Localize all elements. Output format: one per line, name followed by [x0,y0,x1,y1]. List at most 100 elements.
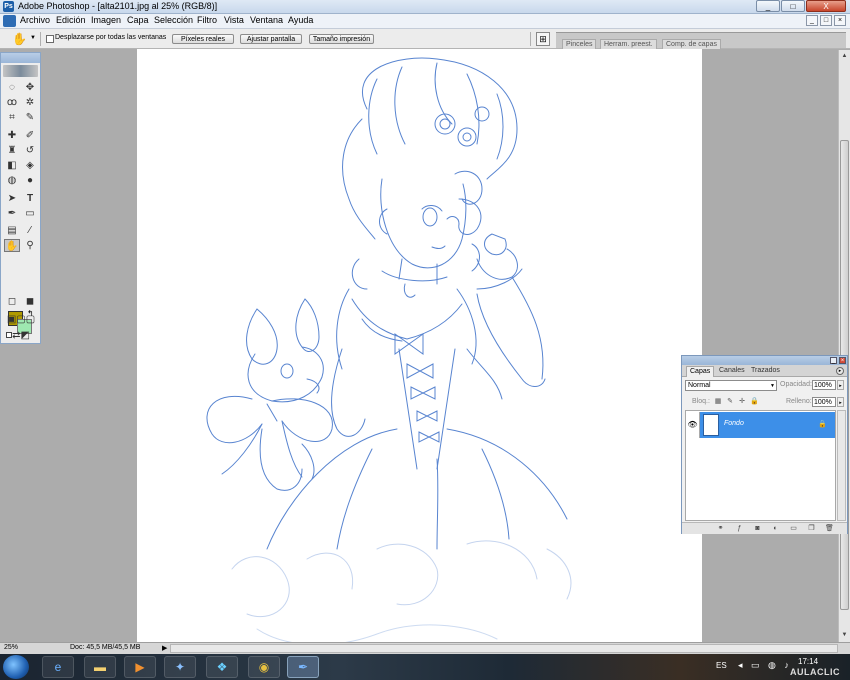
actual-pixels-button[interactable]: Píxeles reales [172,34,234,44]
taskbar: e ▬ ▶ ✦ ❖ ◉ ✒ ES ◂ ▭ ◍ ♪ 17:14 AULACLIC [0,654,850,680]
new-layer-icon[interactable]: ❐ [807,524,816,533]
opacity-input[interactable]: 100% [812,380,836,390]
healing-icon[interactable]: ✚ [4,129,20,142]
stamp-icon[interactable]: ♜ [4,144,20,157]
notes-icon[interactable]: ▤ [4,224,20,237]
dodge-icon[interactable]: ● [22,174,38,187]
menu-filtro[interactable]: Filtro [197,15,217,25]
menu-seleccion[interactable]: Selección [154,15,193,25]
system-tray-icons[interactable]: ◂ ▭ ◍ ♪ [738,660,792,671]
explorer-folder-icon[interactable]: ▬ [84,656,116,678]
zoom-level[interactable]: 25% [4,644,18,651]
quick-mask-icon[interactable]: ◼ [22,295,38,308]
eraser-icon[interactable]: ◧ [4,159,20,172]
close-button[interactable]: X [806,0,846,12]
slice-icon[interactable]: ✎ [22,111,38,124]
adobe-feather-icon[interactable] [3,65,38,77]
network-app-icon[interactable]: ❖ [206,656,238,678]
history-brush-icon[interactable]: ↺ [22,144,38,157]
chrome-icon[interactable]: ◉ [248,656,280,678]
hand-tool-preset-icon[interactable]: ✋ [12,32,27,46]
lasso-icon[interactable]: ꝏ [4,96,20,109]
start-button[interactable] [3,655,29,679]
menu-bar: Archivo Edición Imagen Capa Selección Fi… [0,14,850,29]
doc-minimize-button[interactable]: _ [806,15,818,26]
path-select-icon[interactable]: ➤ [4,192,20,205]
fit-screen-button[interactable]: Ajustar pantalla [240,34,302,44]
opacity-slider-icon[interactable]: ▸ [837,380,844,390]
eyedropper-icon[interactable]: ⁄ [22,224,38,237]
pen-icon[interactable]: ✒ [4,207,20,220]
zoom-icon[interactable]: ⚲ [22,239,38,252]
move-icon[interactable]: ✥ [22,81,38,94]
status-menu-icon[interactable]: ▶ [162,644,167,652]
internet-explorer-icon[interactable]: e [42,656,74,678]
menu-ventana[interactable]: Ventana [250,15,283,25]
scroll-all-windows-checkbox[interactable] [46,35,54,43]
eye-icon[interactable]: 👁 [686,412,700,438]
bucket-icon[interactable]: ◈ [22,159,38,172]
tab-trazados[interactable]: Trazados [748,366,783,377]
menu-vista[interactable]: Vista [224,15,244,25]
menu-imagen[interactable]: Imagen [91,15,121,25]
close-icon[interactable]: × [839,357,846,364]
doc-restore-button[interactable]: □ [820,15,832,26]
minimize-icon[interactable]: _ [830,357,837,364]
fill-slider-icon[interactable]: ▸ [837,397,844,407]
document-canvas[interactable] [137,49,702,642]
mask-icon[interactable]: ◙ [753,524,762,533]
adjustment-layer-icon[interactable]: ◐ [771,524,780,533]
scroll-up-icon[interactable]: ▲ [840,51,849,61]
chevron-down-icon[interactable]: ▼ [30,35,36,41]
vertical-scrollbar[interactable]: ▲ ▼ [838,50,850,642]
crop-icon[interactable]: ⌗ [4,111,20,124]
menu-edicion[interactable]: Edición [56,15,86,25]
photoshop-app-icon: Ps [3,1,14,12]
opacity-label: Opacidad: [780,381,812,388]
horizontal-scrollbar[interactable] [170,644,838,653]
screen-modes-icon[interactable]: ▣▢▢ [3,313,39,326]
blend-mode-value: Normal [688,382,711,389]
imageready-icon[interactable]: ⇄◩ [3,329,39,342]
trash-icon[interactable]: 🗑 [825,524,834,533]
photoshop-taskbar-icon[interactable]: ✒ [287,656,319,678]
palette-header[interactable]: _ × [682,356,847,365]
lock-pixels-icon[interactable]: ✎ [726,398,734,406]
clock[interactable]: 17:14 [798,657,818,666]
menu-capa[interactable]: Capa [127,15,149,25]
menu-ayuda[interactable]: Ayuda [288,15,313,25]
language-indicator[interactable]: ES [716,661,727,670]
link-icon[interactable]: ⚭ [716,524,725,533]
lock-position-icon[interactable]: ✛ [738,398,746,406]
palette-header[interactable] [1,53,40,63]
layers-scrollbar[interactable] [837,410,846,521]
type-icon[interactable]: T [22,192,38,205]
menu-archivo[interactable]: Archivo [20,15,50,25]
standard-mode-icon[interactable]: ◻ [4,295,20,308]
tab-canales[interactable]: Canales [716,366,748,377]
lock-all-icon[interactable]: 🔒 [750,398,759,406]
blend-mode-select[interactable]: Normal ▼ [685,380,777,391]
minimize-button[interactable]: _ [756,0,780,12]
document-icon[interactable] [3,15,16,27]
magic-wand-icon[interactable]: ✲ [22,96,38,109]
new-group-icon[interactable]: ▭ [789,524,798,533]
app-icon[interactable]: ✦ [164,656,196,678]
media-player-icon[interactable]: ▶ [124,656,156,678]
doc-close-button[interactable]: × [834,15,846,26]
hand-icon[interactable]: ✋ [4,239,20,252]
shape-icon[interactable]: ▭ [22,207,38,220]
marquee-icon[interactable]: ◌ [4,81,20,94]
tab-capas[interactable]: Capas [686,366,715,377]
file-browser-icon[interactable]: ⊞ [536,32,550,46]
palette-menu-icon[interactable]: ▸ [836,367,844,375]
layer-style-icon[interactable]: ƒ [735,524,744,533]
brush-icon[interactable]: ✐ [22,129,38,142]
blur-icon[interactable]: ◍ [4,174,20,187]
lock-transparency-icon[interactable]: ▦ [714,398,722,406]
scroll-down-icon[interactable]: ▼ [840,630,849,640]
layer-row-fondo[interactable]: 👁 Fondo 🔒 [686,412,835,438]
maximize-button[interactable]: □ [781,0,805,12]
fill-input[interactable]: 100% [812,397,836,407]
print-size-button[interactable]: Tamaño impresión [309,34,374,44]
